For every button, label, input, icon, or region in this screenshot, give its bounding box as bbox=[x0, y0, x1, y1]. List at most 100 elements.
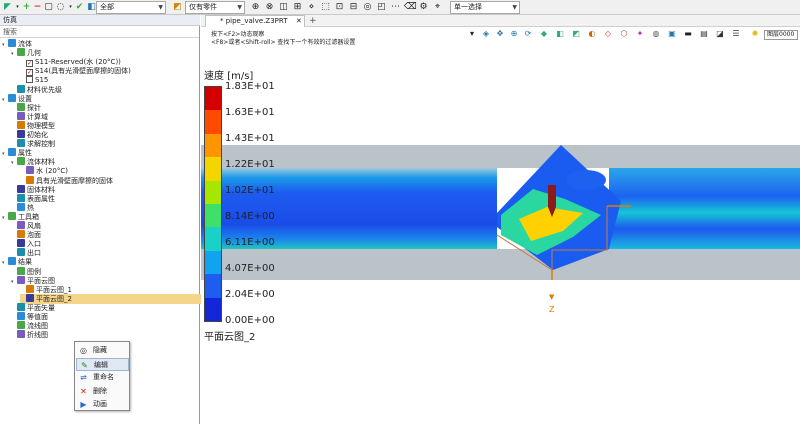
view-layer-icon[interactable]: ▤ bbox=[699, 29, 709, 39]
probe-icon bbox=[17, 102, 25, 111]
remove-icon[interactable]: − bbox=[32, 2, 43, 13]
context-menu-item[interactable]: ✎ 编辑 bbox=[76, 357, 129, 371]
pick-icon[interactable]: ⊕ bbox=[250, 2, 261, 13]
view-display-icon[interactable]: ▬ bbox=[683, 29, 693, 39]
toolbox-icon bbox=[8, 211, 16, 220]
visibility-checkbox[interactable] bbox=[26, 76, 33, 84]
view-hidden-icon[interactable]: ⬡ bbox=[619, 29, 629, 39]
view-cube-icon[interactable]: ◆ bbox=[539, 29, 549, 39]
legend-color-segment bbox=[205, 250, 221, 275]
pick-body-icon[interactable]: ⬚ bbox=[320, 2, 331, 13]
view-options-icon[interactable]: ☰ bbox=[731, 29, 741, 39]
context-menu-item[interactable]: ◎ 隐藏 bbox=[76, 344, 129, 357]
tree-search-input[interactable]: 搜索 bbox=[0, 27, 199, 38]
legend-color-segment bbox=[205, 227, 221, 252]
selection-mode-select[interactable]: 单一选择 ▼ bbox=[450, 1, 520, 14]
box-select-icon[interactable]: ▢ bbox=[43, 2, 54, 13]
context-menu-item[interactable]: ✕ 删除 bbox=[76, 385, 129, 398]
tree-item-label: 几何 bbox=[27, 49, 41, 58]
animate-icon: ▶ bbox=[80, 400, 87, 409]
pick-view-icon[interactable]: ⌖ bbox=[432, 2, 443, 13]
view-pan-icon[interactable]: ✥ bbox=[495, 29, 505, 39]
tree-item-label: 热 bbox=[27, 203, 34, 212]
view-fit-icon[interactable]: ◈ bbox=[481, 29, 491, 39]
tree-item-label: 平面云图_1 bbox=[36, 285, 72, 294]
pick-clear-icon[interactable]: ⌫ bbox=[404, 2, 417, 13]
isosurface-icon bbox=[17, 312, 25, 320]
tree-item-label: 属性 bbox=[18, 149, 32, 158]
legend-value-label: 8.14E+00 bbox=[225, 211, 275, 222]
legend-color-segment bbox=[205, 133, 221, 158]
pick-more-icon[interactable]: ⋯ bbox=[390, 2, 401, 13]
scope-select[interactable]: 仅有零件 ▼ bbox=[185, 1, 245, 14]
tree-item-label: 出口 bbox=[27, 249, 41, 258]
legend-value-label: 0.00E+00 bbox=[225, 315, 275, 326]
legend-color-segment bbox=[205, 180, 221, 205]
legend-value-label: 1.22E+01 bbox=[225, 159, 275, 170]
context-menu-label: 重命名 bbox=[93, 373, 114, 381]
document-tab[interactable]: * pipe_valve.Z3PRT ✕ bbox=[205, 15, 305, 27]
foam-icon bbox=[17, 230, 25, 239]
tree-item-label: 物理模型 bbox=[27, 121, 55, 130]
lightbulb-icon[interactable]: ✺ bbox=[750, 29, 760, 39]
pick-edge-icon[interactable]: ⊞ bbox=[292, 2, 303, 13]
material-priority-icon bbox=[17, 84, 25, 93]
document-tabbar: * pipe_valve.Z3PRT ✕ + bbox=[201, 15, 800, 27]
settings-icon bbox=[8, 93, 16, 102]
geometry-icon bbox=[17, 48, 25, 57]
edit-icon: ✎ bbox=[81, 360, 88, 370]
simulation-panel: 仿真 搜索 ▾ 流体 ▾ 几何 ✓ S11-Reserved(水 (20°C)) ✓ S14(… bbox=[0, 15, 216, 424]
results-icon bbox=[8, 257, 16, 266]
legend-color-segment bbox=[205, 157, 221, 182]
legend-value-label: 6.11E+00 bbox=[225, 237, 275, 248]
tree-item-label: 泡面 bbox=[27, 231, 41, 240]
tree-item-label: 求解控制 bbox=[27, 140, 55, 149]
view-rotate-icon[interactable]: ⟳ bbox=[523, 29, 533, 39]
z-axis-label: Z bbox=[549, 305, 555, 314]
pick-all-icon[interactable]: ⊡ bbox=[334, 2, 345, 13]
legend-color-segment bbox=[205, 110, 221, 135]
view-render-icon[interactable]: ◩ bbox=[571, 29, 581, 39]
layer-input[interactable]: 图层0000 bbox=[764, 30, 798, 40]
view-wire-icon[interactable]: ◇ bbox=[603, 29, 613, 39]
tree-item-label: 水 (20°C) bbox=[36, 167, 68, 176]
context-menu-item[interactable]: ⇌ 重命名 bbox=[76, 371, 129, 384]
legend-icon bbox=[17, 266, 25, 275]
velocity-contour-plot[interactable] bbox=[201, 145, 800, 280]
view-section-icon[interactable]: ◧ bbox=[555, 29, 565, 39]
view-lights-icon[interactable]: ✦ bbox=[635, 29, 645, 39]
add-icon[interactable]: + bbox=[21, 2, 32, 13]
pick-point-icon[interactable]: ⋄ bbox=[306, 2, 317, 13]
view-filter-icon[interactable]: ◪ bbox=[715, 29, 725, 39]
tree-item-label: 探针 bbox=[27, 103, 41, 112]
context-menu-label: 动画 bbox=[93, 400, 107, 408]
pick-loop-icon[interactable]: ◎ bbox=[362, 2, 373, 13]
solid-material-icon bbox=[17, 184, 25, 193]
legend-value-label: 2.04E+00 bbox=[225, 289, 275, 300]
pick-region-icon[interactable]: ◰ bbox=[376, 2, 387, 13]
outlet-flow-region bbox=[609, 168, 800, 249]
check-icon[interactable]: ✔ bbox=[74, 2, 85, 13]
fan-icon bbox=[17, 221, 25, 229]
view-zoom-icon[interactable]: ⊕ bbox=[509, 29, 519, 39]
tab-label: * pipe_valve.Z3PRT bbox=[220, 17, 288, 25]
view-dropdown-icon[interactable]: ▾ bbox=[467, 29, 477, 39]
outlet-icon bbox=[17, 248, 25, 257]
tree-item-label: S11-Reserved(水 (20°C)) bbox=[35, 58, 121, 67]
close-icon[interactable]: ✕ bbox=[296, 16, 302, 27]
part-icon[interactable]: ◩ bbox=[172, 2, 183, 13]
panel-title: 仿真 bbox=[0, 15, 200, 26]
filter-select[interactable]: 全部 ▼ bbox=[96, 1, 166, 14]
context-menu-item[interactable]: ▶ 动画 bbox=[76, 398, 129, 411]
context-menu-label: 编辑 bbox=[94, 360, 108, 369]
tree-item[interactable]: 折线图 bbox=[11, 330, 48, 340]
view-material-icon[interactable]: ◍ bbox=[651, 29, 661, 39]
pick-filter-icon[interactable]: ⊗ bbox=[264, 2, 275, 13]
pick-face-icon[interactable]: ◫ bbox=[278, 2, 289, 13]
pick-chain-icon[interactable]: ⊟ bbox=[348, 2, 359, 13]
tree-item-label: 流体材料 bbox=[27, 158, 55, 167]
pick-settings-icon[interactable]: ⚙ bbox=[418, 2, 429, 13]
add-tab-button[interactable]: + bbox=[309, 15, 317, 27]
view-color-icon[interactable]: ▣ bbox=[667, 29, 677, 39]
view-shade-icon[interactable]: ◐ bbox=[587, 29, 597, 39]
